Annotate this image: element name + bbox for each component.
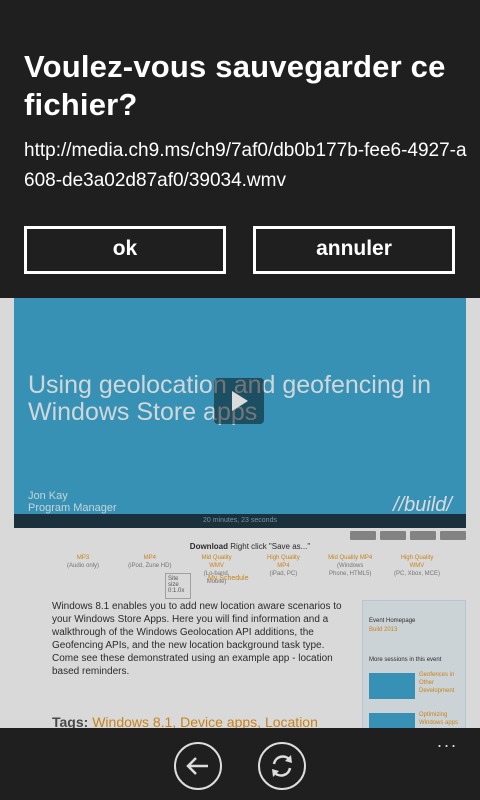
dialog-title: Voulez-vous sauvegarder ce fichier? (24, 49, 446, 122)
more-options-button[interactable]: ... (437, 732, 458, 750)
back-button[interactable] (174, 742, 222, 790)
refresh-icon (272, 755, 292, 777)
save-file-dialog: Voulez-vous sauvegarder ce fichier? http… (0, 0, 480, 298)
dim-overlay (0, 298, 480, 728)
cancel-button[interactable]: annuler (253, 226, 455, 274)
app-bar: ... (0, 728, 480, 800)
ok-button[interactable]: ok (24, 226, 226, 274)
file-url: http://media.ch9.ms/ch9/7af0/db0b177b-fe… (24, 140, 467, 191)
refresh-button[interactable] (258, 742, 306, 790)
back-arrow-icon (186, 757, 208, 775)
